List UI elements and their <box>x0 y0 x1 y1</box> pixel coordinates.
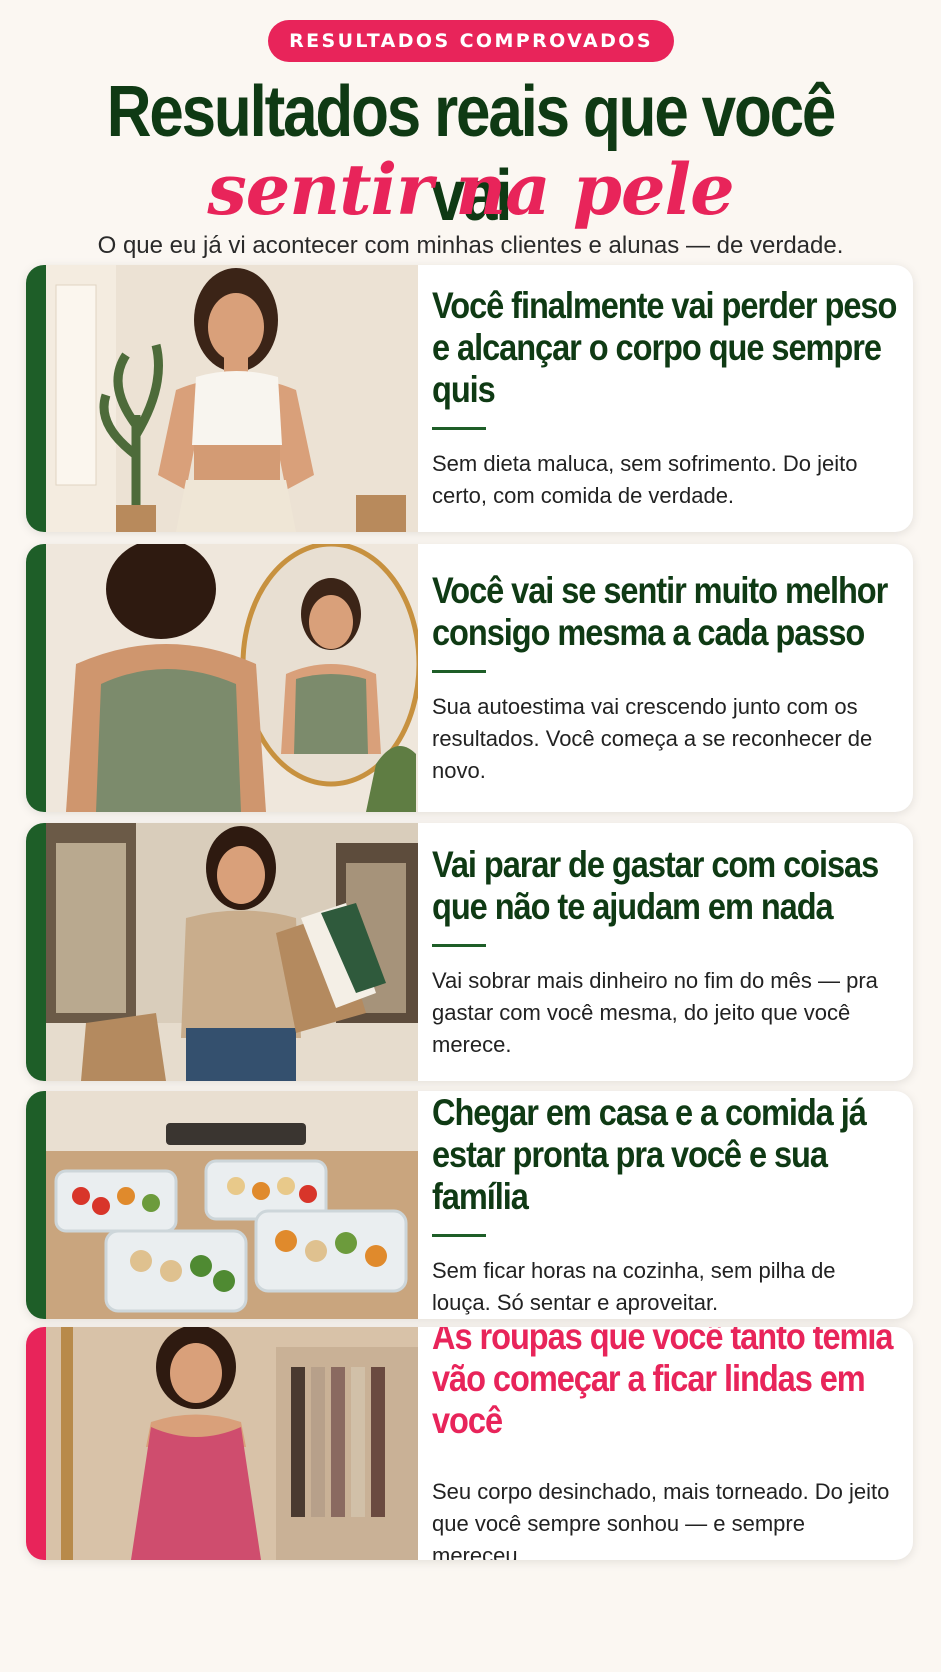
card-title: Chegar em casa e a comida já estar pront… <box>432 1091 867 1217</box>
card-accent-bar <box>26 265 46 532</box>
result-card: Você vai se sentir muito melhor consigo … <box>26 544 913 812</box>
card-description: Sem ficar horas na cozinha, sem pilha de… <box>432 1257 836 1315</box>
meal-prep-photo <box>46 1091 418 1319</box>
card-description: Sua autoestima vai crescendo junto com o… <box>432 693 873 783</box>
badge-results: RESULTADOS COMPROVADOS <box>268 20 674 62</box>
card-description: Seu corpo desinchado, mais torneado. Do … <box>432 1478 890 1561</box>
result-card: As roupas que você tanto temia vão começ… <box>26 1327 913 1560</box>
card-text: Você vai se sentir muito melhor consigo … <box>432 544 895 812</box>
card-accent-bar <box>26 1091 46 1319</box>
result-card: Você finalmente vai perder peso e alcanç… <box>26 265 913 532</box>
card-divider <box>432 1233 486 1237</box>
card-title: Vai parar de gastar com coisas que não t… <box>432 843 879 927</box>
card-text: As roupas que você tanto temia vão começ… <box>432 1327 895 1560</box>
result-card: Vai parar de gastar com coisas que não t… <box>26 823 913 1081</box>
card-accent-bar <box>26 1327 46 1560</box>
card-text: Você finalmente vai perder peso e alcanç… <box>432 265 897 532</box>
page-subtitle: O que eu já vi acontecer com minhas clie… <box>97 232 844 259</box>
card-accent-bar <box>26 544 46 812</box>
card-description: Sem dieta maluca, sem sofrimento. Do jei… <box>432 451 858 508</box>
card-text: Chegar em casa e a comida já estar pront… <box>432 1091 895 1319</box>
card-divider <box>432 669 486 673</box>
card-title: Você finalmente vai perder peso e alcanç… <box>432 285 897 410</box>
result-card: Chegar em casa e a comida já estar pront… <box>26 1091 913 1319</box>
card-text: Vai parar de gastar com coisas que não t… <box>432 823 895 1081</box>
page-title-highlight: sentir na pele <box>207 148 734 231</box>
woman-fitness-photo <box>46 265 418 532</box>
card-accent-bar <box>26 823 46 1081</box>
card-divider <box>432 427 486 430</box>
card-title: Você vai se sentir muito melhor consigo … <box>432 569 888 653</box>
woman-dress-photo <box>46 1327 418 1560</box>
woman-mirror-photo <box>46 544 418 812</box>
card-title: As roupas que você tanto temia vão começ… <box>432 1327 894 1441</box>
woman-shopping-photo <box>46 823 418 1081</box>
card-description: Vai sobrar mais dinheiro no fim do mês —… <box>432 967 878 1057</box>
card-divider <box>432 943 486 947</box>
